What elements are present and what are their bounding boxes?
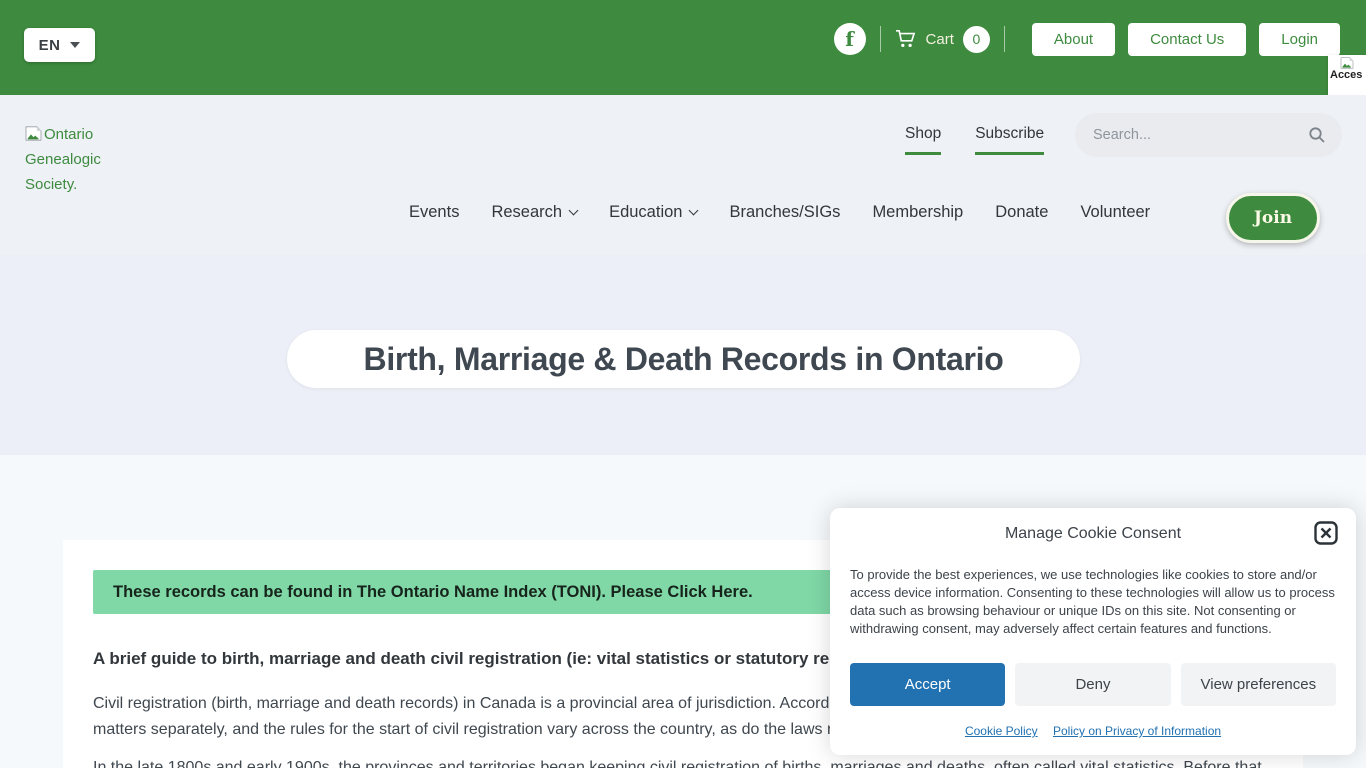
deny-button[interactable]: Deny [1015,663,1170,706]
page-title-card: Birth, Marriage & Death Records in Ontar… [287,330,1080,388]
broken-image-icon [1340,57,1354,69]
cart-label: Cart [926,31,954,48]
accept-button[interactable]: Accept [850,663,1005,706]
cookie-dialog-body: To provide the best experiences, we use … [850,566,1338,638]
header-quick-links: Shop Subscribe [905,125,1044,155]
toni-banner-text: These records can be found in The Ontari… [113,583,753,602]
nav-label: Events [409,203,459,222]
view-preferences-button[interactable]: View preferences [1181,663,1336,706]
nav-label: Branches/SIGs [729,203,840,222]
search-box [1075,113,1342,157]
chevron-down-icon [569,206,579,216]
shop-link[interactable]: Shop [905,125,941,155]
paragraph-line: In the late 1800s and early 1900s, the p… [93,755,1273,768]
accessibility-alt-text: Acces [1330,69,1362,81]
nav-label: Membership [872,203,963,222]
facebook-glyph: f [845,29,854,49]
cookie-policy-link[interactable]: Cookie Policy [965,724,1038,738]
nav-item-volunteer[interactable]: Volunteer [1080,203,1150,222]
cart-icon [895,29,917,49]
join-button[interactable]: Join [1226,193,1320,243]
article-paragraph-2: In the late 1800s and early 1900s, the p… [93,755,1273,768]
language-label: EN [39,37,61,54]
site-header: Ontario Genealogic Society. Shop Subscri… [0,95,1366,255]
nav-label: Volunteer [1080,203,1150,222]
cookie-consent-dialog: Manage Cookie Consent To provide the bes… [830,508,1356,755]
about-button[interactable]: About [1032,23,1115,56]
close-icon[interactable] [1314,521,1338,545]
topbar-actions: f Cart 0 About Contact Us Login [834,22,1340,56]
close-x-glyph [1314,521,1338,545]
privacy-policy-link[interactable]: Policy on Privacy of Information [1053,724,1221,738]
main-navigation: Events Research Education Branches/SIGs … [409,203,1150,222]
cookie-dialog-links: Cookie Policy Policy on Privacy of Infor… [830,724,1356,738]
nav-item-membership[interactable]: Membership [872,203,963,222]
cookie-dialog-title: Manage Cookie Consent [830,525,1356,543]
site-logo[interactable]: Ontario Genealogic Society. [25,122,117,197]
cookie-dialog-buttons: Accept Deny View preferences [850,663,1336,706]
nav-label: Donate [995,203,1048,222]
accessibility-widget[interactable]: Acces [1328,55,1366,95]
language-selector[interactable]: EN [24,28,95,62]
search-icon [1308,126,1326,144]
page-title: Birth, Marriage & Death Records in Ontar… [364,341,1004,378]
search-submit-button[interactable] [1308,126,1326,144]
divider [1004,26,1005,52]
cart-button[interactable]: Cart 0 [895,26,990,53]
search-input[interactable] [1093,127,1308,143]
broken-image-icon [25,126,42,141]
facebook-icon[interactable]: f [834,23,866,55]
nav-item-education[interactable]: Education [609,203,697,222]
nav-label: Education [609,203,682,222]
top-utility-bar: EN f Cart 0 About Contact Us Login [0,0,1366,95]
page: EN f Cart 0 About Contact Us Login [0,0,1366,768]
chevron-down-icon [689,206,699,216]
cart-count-badge: 0 [963,26,990,53]
contact-us-button[interactable]: Contact Us [1128,23,1246,56]
subscribe-link[interactable]: Subscribe [975,125,1044,155]
nav-item-branches-sigs[interactable]: Branches/SIGs [729,203,840,222]
page-title-banner: Birth, Marriage & Death Records in Ontar… [0,255,1366,455]
login-button[interactable]: Login [1259,23,1340,56]
nav-label: Research [491,203,562,222]
nav-item-research[interactable]: Research [491,203,577,222]
divider [880,26,881,52]
nav-item-donate[interactable]: Donate [995,203,1048,222]
chevron-down-icon [70,42,80,48]
nav-item-events[interactable]: Events [409,203,459,222]
